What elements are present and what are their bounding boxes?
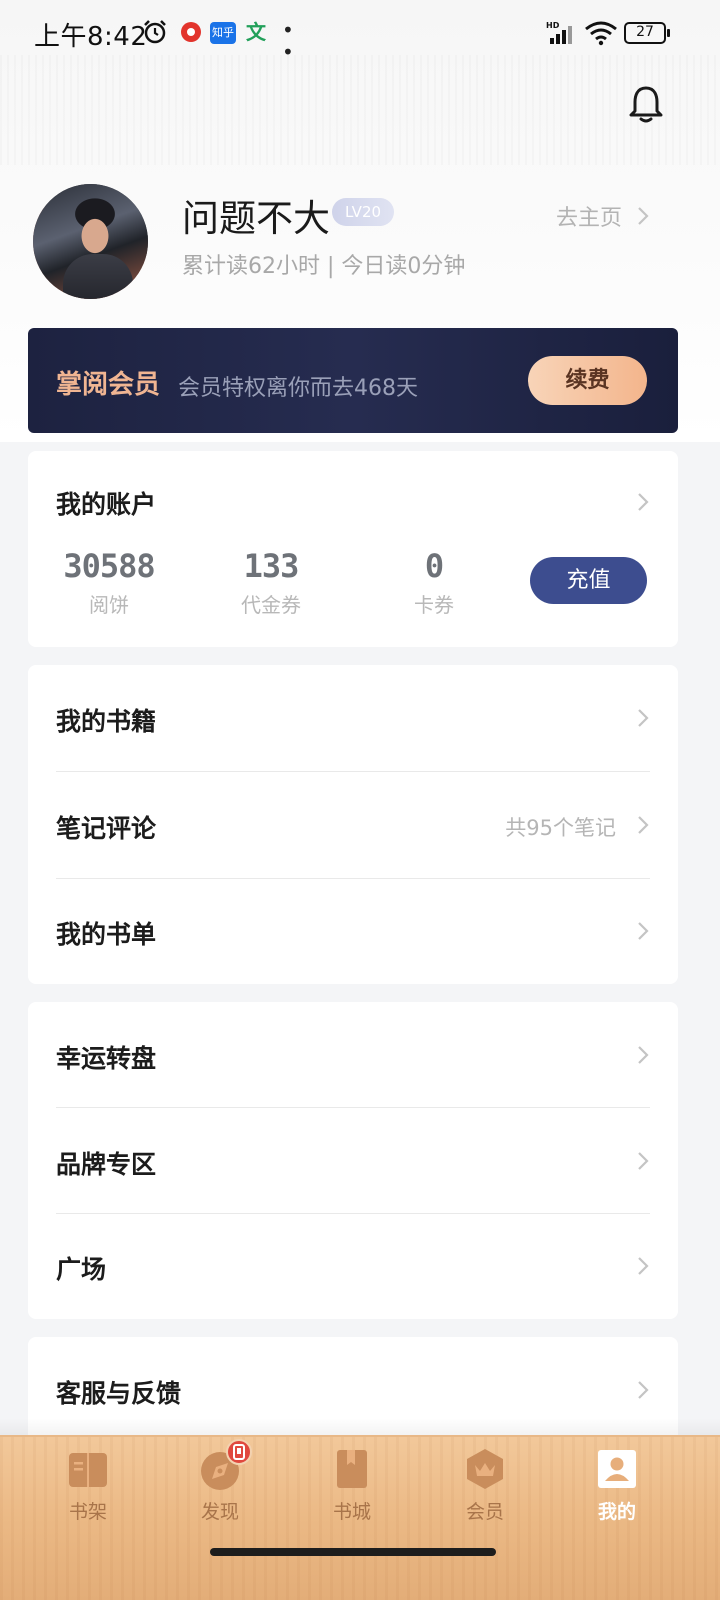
- membership-title: 掌阅会员: [56, 370, 161, 400]
- list-item-brand-zone[interactable]: 品牌专区: [56, 1108, 650, 1214]
- level-badge: LV20: [332, 198, 394, 226]
- stat-label: 阅饼: [89, 593, 129, 617]
- account-card: 我的账户 30588 阅饼 133 代金券 0 卡券 充值: [28, 451, 678, 647]
- alarm-icon: [144, 20, 166, 44]
- nav-item-bookshelf[interactable]: 书架: [33, 1447, 143, 1524]
- list-item-label: 幸运转盘: [56, 1044, 157, 1073]
- chevron-right-icon: [638, 1257, 649, 1275]
- chevron-right-icon: [638, 922, 649, 940]
- bookstore-icon: [337, 1450, 367, 1488]
- bookshelf-icon: [69, 1453, 107, 1487]
- stat-label: 卡券: [414, 593, 454, 617]
- stat-value: 30588: [63, 547, 155, 585]
- app-notification-icon: [181, 22, 201, 42]
- svg-text:HD: HD: [546, 21, 560, 30]
- list-item-lucky-wheel[interactable]: 幸运转盘: [56, 1002, 650, 1108]
- books-card: 我的书籍 笔记评论 共95个笔记 我的书单: [28, 665, 678, 984]
- list-item-label: 我的书籍: [56, 707, 157, 736]
- nav-item-membership[interactable]: 会员: [430, 1447, 540, 1524]
- notes-count: 共95个笔记: [505, 816, 616, 840]
- renew-button[interactable]: 续费: [528, 356, 647, 405]
- status-time: 上午8:42: [34, 22, 148, 52]
- wifi-icon: [585, 21, 617, 46]
- nav-label: 我的: [597, 1501, 636, 1523]
- stat-voucher[interactable]: 133 代金券: [211, 547, 331, 618]
- profile-icon: [598, 1450, 636, 1488]
- status-bar: 上午8:42 知乎 文 • • HD 27: [0, 0, 720, 68]
- nav-item-mine[interactable]: 我的: [562, 1447, 672, 1524]
- homepage-link[interactable]: 去主页: [556, 200, 650, 232]
- notification-badge-icon: [226, 1439, 252, 1465]
- list-item-plaza[interactable]: 广场: [56, 1213, 650, 1319]
- topup-button[interactable]: 充值: [530, 557, 647, 604]
- homepage-link-label: 去主页: [556, 206, 623, 231]
- account-title[interactable]: 我的账户: [56, 485, 156, 521]
- chevron-right-icon: [638, 1152, 649, 1170]
- chevron-right-icon: [638, 1046, 649, 1064]
- nav-label: 发现: [200, 1501, 239, 1523]
- crown-icon: [467, 1449, 503, 1489]
- chevron-right-icon: [638, 709, 649, 727]
- nav-label: 书架: [68, 1501, 107, 1523]
- features-card: 幸运转盘 品牌专区 广场: [28, 1002, 678, 1319]
- username: 问题不大: [182, 197, 330, 240]
- list-item-label: 我的书单: [56, 920, 157, 949]
- nav-item-discover[interactable]: 发现: [165, 1439, 275, 1524]
- list-item-label: 笔记评论: [56, 814, 157, 843]
- nav-shadow: [0, 1418, 720, 1436]
- chevron-right-icon: [638, 816, 649, 834]
- nav-label: 书城: [332, 1501, 371, 1523]
- home-indicator[interactable]: [210, 1548, 496, 1556]
- more-notifications-icon: • •: [282, 18, 296, 64]
- chevron-right-icon: [638, 207, 649, 225]
- chevron-right-icon[interactable]: [636, 491, 650, 513]
- bell-icon[interactable]: [626, 84, 666, 124]
- list-item-label: 客服与反馈: [56, 1379, 182, 1408]
- list-item-my-books[interactable]: 我的书籍: [56, 665, 650, 771]
- stat-value: 133: [243, 547, 300, 585]
- list-item-label: 广场: [56, 1255, 107, 1284]
- avatar[interactable]: [33, 184, 148, 299]
- nav-label: 会员: [465, 1501, 504, 1523]
- battery-indicator: 27: [624, 22, 670, 44]
- list-item-my-booklists[interactable]: 我的书单: [56, 878, 650, 984]
- list-item-label: 品牌专区: [56, 1150, 157, 1179]
- clip-icon: [233, 1444, 245, 1460]
- stat-value: 0: [424, 547, 444, 585]
- signal-icon: HD: [546, 21, 572, 44]
- nav-item-bookstore[interactable]: 书城: [297, 1447, 407, 1524]
- chevron-right-icon: [638, 1381, 649, 1399]
- membership-description: 会员特权离你而去468天: [178, 376, 418, 401]
- header-texture: [0, 55, 720, 165]
- zhihu-app-icon: 知乎: [210, 22, 236, 44]
- stat-yuebing[interactable]: 30588 阅饼: [49, 547, 169, 618]
- stat-label: 代金券: [241, 593, 301, 617]
- bottom-navigation: 书架 发现 书城 会员 我的: [0, 1435, 720, 1600]
- membership-banner[interactable]: 掌阅会员 会员特权离你而去468天 续费: [28, 328, 678, 433]
- stat-card-coupon[interactable]: 0 卡券: [374, 547, 494, 618]
- reading-stats: 累计读62小时 | 今日读0分钟: [182, 254, 466, 279]
- list-item-notes-comments[interactable]: 笔记评论 共95个笔记: [56, 772, 650, 878]
- translate-app-icon: 文: [246, 20, 266, 44]
